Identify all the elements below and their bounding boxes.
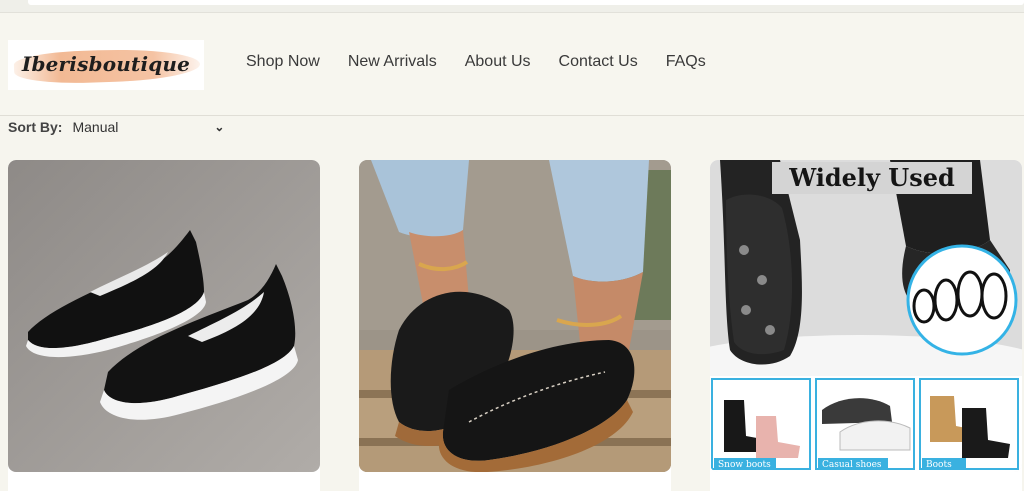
browser-top-strip <box>0 0 1024 13</box>
sort-select[interactable]: Manual ⌄ <box>72 119 224 135</box>
product-image[interactable] <box>359 160 671 472</box>
product-image[interactable]: Widely Used Snow boots Casual shoes Boot… <box>710 160 1022 472</box>
brand-logo[interactable]: Iberisboutique <box>8 40 204 90</box>
nav-contact-us[interactable]: Contact Us <box>559 53 638 71</box>
banner-text: Widely Used <box>788 163 955 192</box>
product-card[interactable] <box>359 160 671 491</box>
nav-shop-now[interactable]: Shop Now <box>246 53 320 71</box>
nav-new-arrivals[interactable]: New Arrivals <box>348 53 437 71</box>
sort-selected-value: Manual <box>72 119 119 135</box>
panel-caption: Casual shoes <box>822 460 882 470</box>
chevron-down-icon: ⌄ <box>214 120 225 134</box>
product-card[interactable] <box>8 160 320 491</box>
panel-caption: Snow boots <box>718 460 771 470</box>
sort-label: Sort By: <box>8 119 63 135</box>
sort-bar: Sort By: Manual ⌄ <box>8 117 224 137</box>
product-card[interactable]: Widely Used Snow boots Casual shoes Boot… <box>710 160 1022 491</box>
product-image[interactable] <box>8 160 320 472</box>
panel-caption: Boots <box>926 460 952 470</box>
nav-faqs[interactable]: FAQs <box>666 53 706 71</box>
logo-text: Iberisboutique <box>21 52 191 76</box>
nav-about-us[interactable]: About Us <box>465 53 531 71</box>
address-bar-edge[interactable] <box>28 0 1024 5</box>
main-nav: Shop Now New Arrivals About Us Contact U… <box>246 53 706 71</box>
site-header: Iberisboutique Shop Now New Arrivals Abo… <box>0 13 1024 116</box>
